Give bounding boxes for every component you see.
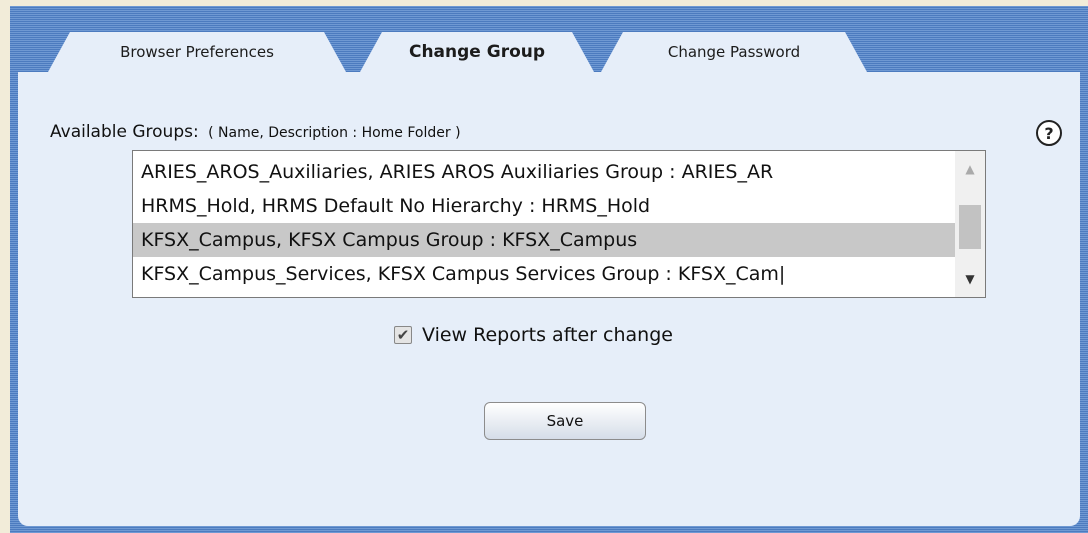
tab-label: Change Group xyxy=(408,42,546,62)
tab-change-password[interactable]: Change Password xyxy=(601,32,867,72)
list-item-selected[interactable]: KFSX_Campus, KFSX Campus Group : KFSX_Ca… xyxy=(133,223,955,257)
scroll-up-arrow-icon[interactable]: ▲ xyxy=(955,157,985,181)
list-item-text: KFSX_Campus, KFSX Campus Group : KFSX_Ca… xyxy=(141,229,638,251)
question-circle-icon[interactable]: ? xyxy=(1036,120,1062,146)
save-button-label: Save xyxy=(546,412,584,430)
tab-container: Browser Preferences Change Group Change … xyxy=(10,6,1088,533)
tab-change-group[interactable]: Change Group xyxy=(360,32,594,72)
available-groups-hint: ( Name, Description : Home Folder ) xyxy=(208,125,461,141)
page-background: Browser Preferences Change Group Change … xyxy=(0,0,1088,533)
save-button[interactable]: Save xyxy=(484,402,646,440)
tab-label: Change Password xyxy=(667,43,801,61)
tab-browser-preferences[interactable]: Browser Preferences xyxy=(48,32,346,72)
available-groups-label: Available Groups: ( Name, Description : … xyxy=(50,122,461,142)
listbox-scrollbar[interactable]: ▲ ▼ xyxy=(955,151,985,297)
scroll-thumb[interactable] xyxy=(959,205,981,249)
available-groups-title: Available Groups: xyxy=(50,122,199,142)
available-groups-listbox[interactable]: ARIES_AROS_Auxiliaries, ARIES AROS Auxil… xyxy=(132,150,986,298)
scroll-down-arrow-icon[interactable]: ▼ xyxy=(955,267,985,291)
tab-label: Browser Preferences xyxy=(120,43,274,61)
list-item-text: ARIES_AROS_Auxiliaries, ARIES AROS Auxil… xyxy=(141,161,774,183)
help-glyph: ? xyxy=(1044,123,1054,143)
view-reports-option: ✔ View Reports after change xyxy=(394,324,673,346)
list-item[interactable]: ARIES_AROS_Auxiliaries, ARIES AROS Auxil… xyxy=(133,155,955,189)
list-item-text: KFSX_Campus_Services, KFSX Campus Servic… xyxy=(141,263,786,285)
view-reports-checkbox[interactable]: ✔ xyxy=(394,326,412,344)
list-item-text: HRMS_Hold, HRMS Default No Hierarchy : H… xyxy=(141,195,651,217)
list-item[interactable]: KFSX_Campus_Services, KFSX Campus Servic… xyxy=(133,257,955,291)
list-item[interactable]: HRMS_Hold, HRMS Default No Hierarchy : H… xyxy=(133,189,955,223)
checkmark-icon: ✔ xyxy=(396,326,410,344)
change-group-panel: Available Groups: ( Name, Description : … xyxy=(18,72,1080,526)
view-reports-label[interactable]: View Reports after change xyxy=(422,324,673,346)
